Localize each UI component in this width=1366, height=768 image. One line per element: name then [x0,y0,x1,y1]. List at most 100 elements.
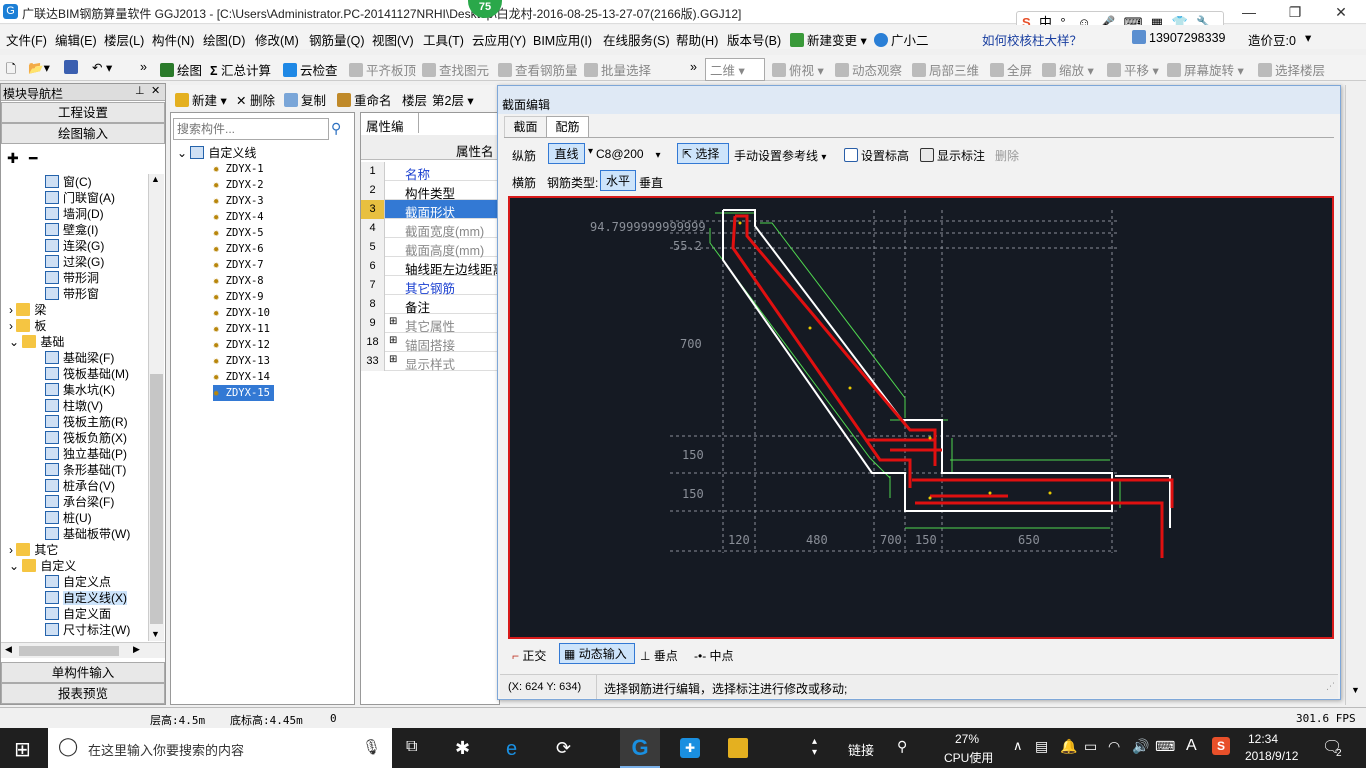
manual-refline-button[interactable]: 手动设置参考线 ▾ [734,147,826,164]
help-link[interactable]: 如何校核柱大样？ [982,30,1082,49]
property-row[interactable]: 3 截面形状 [361,200,499,220]
component-item[interactable]: ✹ ZDYX-14 [213,369,270,385]
expander-icon[interactable]: ⌄ [9,559,22,573]
top-view-button[interactable]: 俯视 ▾ [772,60,824,79]
nav-item[interactable]: 柱墩(V) [45,398,103,414]
component-search-input[interactable] [173,118,329,140]
menu-guangxiaoer[interactable]: 广小二 [874,30,929,49]
horizontal-button[interactable]: 水平 [600,170,636,191]
close-panel-icon[interactable]: ✕ [151,84,160,97]
save-icon[interactable] [64,60,81,75]
view-mode-select[interactable]: 二维 ▾ [705,58,765,81]
restore-button[interactable]: ❐ [1272,0,1318,24]
pin-icon[interactable]: ⊥ [135,84,145,97]
beans-icon[interactable]: ▾ [1305,30,1311,45]
nav-item[interactable]: 桩(U) [45,510,92,526]
line-mode-button[interactable]: 直线 [548,143,585,164]
rebar-group[interactable] [731,214,1174,558]
nav-item[interactable]: 带形洞 [45,270,99,286]
price-beans[interactable]: 造价豆:0 [1248,30,1296,49]
delete-component-button[interactable]: ✕ 删除 [236,90,275,109]
dynamic-input-button[interactable]: ▦ 动态输入 [559,643,635,664]
rebar-spec-select[interactable]: C8@200 ▾ [596,147,661,161]
nav-item[interactable]: 筏板负筋(X) [45,430,127,446]
property-row[interactable]: 6 轴线距左边线距离 [361,257,505,277]
vertical-button[interactable]: 垂直 [639,174,663,191]
nav-item[interactable]: 自定义线(X) [45,590,127,606]
expander-icon[interactable]: › [9,543,16,557]
taskbar-scroll-icon[interactable]: ▴ ▾ [812,736,817,758]
nav-item[interactable]: › 板 [9,318,46,334]
scroll-up-icon[interactable]: ▲ [151,174,160,184]
menu-view[interactable]: 视图(V) [372,30,414,49]
nav-item[interactable]: 独立基础(P) [45,446,127,462]
drawing-input-button[interactable]: 绘图输入 [1,123,165,144]
nav-item[interactable]: 尺寸标注(W) [45,622,130,638]
line-mode-dropdown-icon[interactable]: ▾ [588,146,593,157]
expand-icon[interactable]: ⊞ [389,354,397,365]
close-button[interactable]: ✕ [1318,0,1364,24]
section-drawing-canvas[interactable]: 94.7999999999999 55.2 700 150 150 120 48… [508,196,1334,639]
delete-rebar-button[interactable]: 删除 [995,147,1019,164]
mic-icon[interactable]: 🎙 [362,738,381,756]
property-row[interactable]: 4 截面宽度(mm) [361,219,499,239]
browser-icon[interactable]: ⟳ [556,738,580,758]
search-icon[interactable]: ⚲ [331,120,341,137]
ortho-button[interactable]: ⌐ 正交 [512,647,546,664]
summary-calc-button[interactable]: Σ 汇总计算 [210,60,271,79]
expand-icon[interactable]: ⊞ [389,316,397,327]
expander-icon[interactable]: › [9,319,16,333]
undo-icon[interactable]: ↶ ▾ [92,60,112,75]
clock-time[interactable]: 12:34 [1248,732,1278,746]
component-item[interactable]: ✹ ZDYX-10 [213,305,270,321]
nav-item[interactable]: 承台梁(F) [45,494,114,510]
component-item[interactable]: ✹ ZDYX-12 [213,337,270,353]
nav-item[interactable]: 墙洞(D) [45,206,104,222]
collapse-all-icon[interactable]: ━ [29,150,37,167]
menu-floor[interactable]: 楼层(L) [104,30,144,49]
tab-reinforcement[interactable]: 配筋 [546,116,589,138]
nav-item[interactable]: 条形基础(T) [45,462,126,478]
glodon-plus-icon[interactable]: ✚ [680,738,700,758]
select-floor-button[interactable]: 选择楼层 [1258,60,1325,79]
fullscreen-button[interactable]: 全屏 [990,60,1032,79]
fan-app-icon[interactable]: ✱ [455,738,479,758]
menu-cloud[interactable]: 云应用(Y) [472,30,526,49]
property-tab[interactable]: 属性编辑 [361,113,419,153]
collapse-icon[interactable]: ⌄ [177,146,190,160]
navigator-scrollbar[interactable]: ▲ ▼ [148,174,164,641]
clock-date[interactable]: 2018/9/12 [1245,749,1298,763]
rebar-inner[interactable] [731,215,912,488]
component-item[interactable]: ✹ ZDYX-2 [213,177,264,193]
scroll-left-icon[interactable]: ◀ [5,644,12,655]
menu-new-change[interactable]: 新建变更 ▾ [790,30,867,49]
tray-app-icon[interactable]: ▤ [1035,738,1048,755]
component-item[interactable]: ✹ ZDYX-3 [213,193,264,209]
property-row[interactable]: 8 备注 [361,295,499,315]
select-tool-button[interactable]: ⇱ 选择 [677,143,729,164]
menu-online[interactable]: 在线服务(S) [603,30,670,49]
nav-item[interactable]: 自定义面 [45,606,111,622]
nav-item[interactable]: 壁龛(I) [45,222,98,238]
task-view-icon[interactable]: ⧉ [406,738,430,758]
nav-item[interactable]: 过梁(G) [45,254,104,270]
nav-item[interactable]: 门联窗(A) [45,190,115,206]
hscroll-thumb[interactable] [19,646,119,656]
edge-icon[interactable]: e [506,738,530,760]
menu-file[interactable]: 文件(F) [6,30,47,49]
phone-number[interactable]: 13907298339 [1132,30,1225,45]
component-item[interactable]: ✹ ZDYX-11 [213,321,270,337]
nav-item[interactable]: 筏板基础(M) [45,366,129,382]
property-row[interactable]: 5 截面高度(mm) [361,238,499,258]
property-row[interactable]: 33 ⊞ 显示样式 [361,352,499,372]
align-slab-button[interactable]: 平齐板顶 [349,60,416,79]
windows-start-icon[interactable]: ⊞ [14,737,31,762]
ime-mode-indicator[interactable]: A [1186,737,1197,755]
people-icon[interactable]: ⚲ [897,738,907,755]
expander-icon[interactable]: ⌄ [9,335,22,349]
component-item[interactable]: ✹ ZDYX-5 [213,225,264,241]
nav-item[interactable]: 带形窗 [45,286,99,302]
component-item[interactable]: ✹ ZDYX-9 [213,289,264,305]
menu-edit[interactable]: 编辑(E) [55,30,97,49]
more-icon-2[interactable]: » [690,60,697,74]
